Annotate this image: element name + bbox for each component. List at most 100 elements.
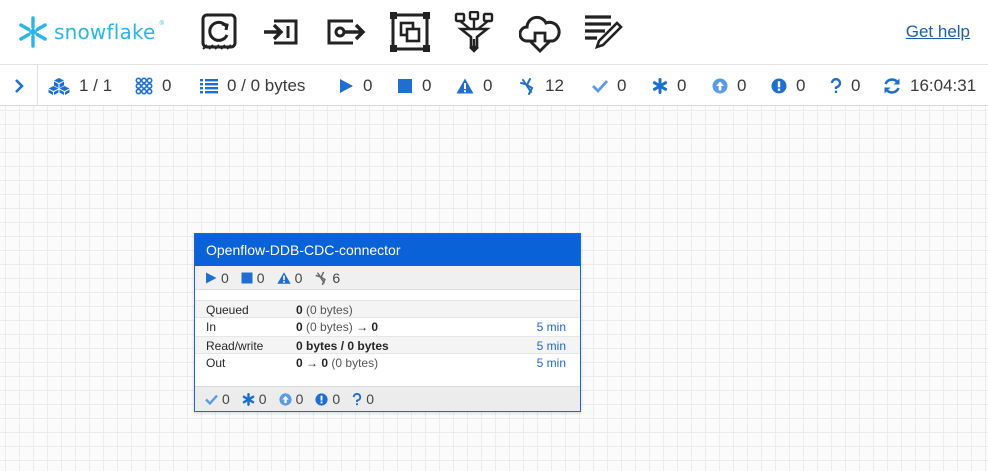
status-processors: 0 [135,65,171,106]
status-invalid: 0 [456,65,492,106]
arrow-up-circle-icon [712,78,728,93]
pg-stopped-count: 0 [256,269,265,286]
refresh-button[interactable] [883,77,901,95]
locally-modified-count: 0 [677,75,687,95]
play-icon [340,78,353,93]
pg-disabled: 6 [314,270,340,286]
refresh-icon [884,77,900,94]
pg-invalid-count: 0 [294,269,303,286]
pg-running: 0 [205,270,229,286]
components-count: 1 / 1 [79,75,113,95]
pg-locally-modified-count: 0 [258,391,267,407]
in-count: 0 [296,320,303,334]
snowflake-icon [19,16,47,48]
pg-locally-modified: 0 [242,391,267,407]
label-tool-button[interactable] [580,10,624,54]
out-value: 0 → 0 (0 bytes) [296,354,378,372]
exclamation-circle-icon [771,78,787,93]
process-group-name: Openflow-DDB-CDC-connector [195,234,580,266]
out-arrow: → [306,356,319,370]
stop-icon [241,272,253,283]
readwrite-duration: 5 min [536,339,566,353]
status-sync-failure: 0 [771,65,805,106]
snowflake-logo: snowflake ® [16,14,164,50]
out-size: (0 bytes) [331,356,379,370]
stopped-count: 0 [422,75,432,95]
remote-group-tool-button[interactable] [518,10,562,54]
pg-up-to-date: 0 [205,391,230,407]
process-group-versions: 0 0 0 0 0 [195,386,580,411]
cloud-download-icon [519,15,561,53]
label-edit-icon [585,15,623,50]
status-locally-modified: 0 [652,65,686,106]
row-out: Out 0 → 0 (0 bytes) 5 min [195,354,580,372]
in-size: (0 bytes) [306,320,353,334]
last-refresh-time: 16:04:31 [910,75,977,95]
row-queued: Queued 0 (0 bytes) [195,300,580,318]
input-port-tool-button[interactable] [259,10,303,54]
funnel-tool-button[interactable] [452,10,496,54]
pg-stale-count: 0 [295,391,304,407]
unknown-count: 0 [851,75,861,95]
in-value: 0 (0 bytes) → 0 [296,318,378,336]
pg-unknown-count: 0 [366,391,374,407]
chevron-right-icon [14,78,24,93]
input-port-icon [264,19,298,45]
out-label: Out [206,356,226,370]
stale-count: 0 [737,75,747,95]
grid-dots-icon [135,76,153,95]
pg-sync-failure-count: 0 [332,391,341,407]
pg-unknown: 0 [352,391,374,407]
processor-tool-button[interactable] [197,10,241,54]
row-readwrite: Read/write 0 bytes / 0 bytes 5 min [195,336,580,354]
readwrite-value: 0 bytes / 0 bytes [296,337,389,355]
play-icon [206,272,217,283]
top-header: snowflake ® Get help [0,0,988,64]
pg-invalid: 0 [276,269,303,286]
check-icon [592,79,608,93]
process-group-tool-button[interactable] [388,10,432,54]
process-group-card[interactable]: Openflow-DDB-CDC-connector 0 0 0 6 Queue… [194,233,581,412]
warning-icon [276,271,291,284]
queued-value: 0 (0 bytes) [296,301,353,319]
cubes-icon [48,77,70,95]
status-last-refresh: 16:04:31 [883,65,976,106]
status-unknown: 0 [830,65,860,106]
readwrite-label: Read/write [206,339,264,353]
row-in: In 0 (0 bytes) → 0 5 min [195,318,580,336]
running-count: 0 [363,75,373,95]
disabled-icon [520,77,534,95]
question-icon [830,77,842,93]
output-port-tool-button[interactable] [324,10,368,54]
in-label: In [206,320,217,334]
in-arrow: → [356,320,369,334]
pg-sync-failure: 0 [315,391,340,407]
output-port-icon [327,19,366,45]
process-group-icon [390,12,430,52]
status-stopped: 0 [397,65,431,106]
exclamation-circle-icon [315,392,328,406]
pg-running-count: 0 [221,269,229,286]
process-group-stats: 0 0 0 6 [195,266,580,290]
pg-disabled-count: 6 [332,269,341,286]
flow-status-bar: 1 / 1 0 0 / 0 bytes 0 0 0 12 0 0 0 0 0 1… [0,64,988,106]
asterisk-icon [242,392,255,406]
get-help-link[interactable]: Get help [906,22,970,42]
queued-size: (0 bytes) [306,303,353,317]
disabled-count: 12 [545,75,564,95]
status-running: 0 [338,65,372,106]
warning-icon [456,78,474,93]
asterisk-icon [652,77,668,94]
stop-icon [398,78,412,93]
expand-navigation-button[interactable] [0,65,38,106]
status-stale: 0 [712,65,746,106]
status-components: 1 / 1 [48,65,112,106]
out-dest-count: 0 [321,356,329,370]
queued-label: Queued [206,303,249,317]
in-duration: 5 min [536,320,566,334]
out-duration: 5 min [536,356,566,370]
pg-up-to-date-count: 0 [222,391,230,407]
check-icon [205,394,218,405]
queued-count: 0 [296,303,303,317]
processors-count: 0 [162,75,172,95]
